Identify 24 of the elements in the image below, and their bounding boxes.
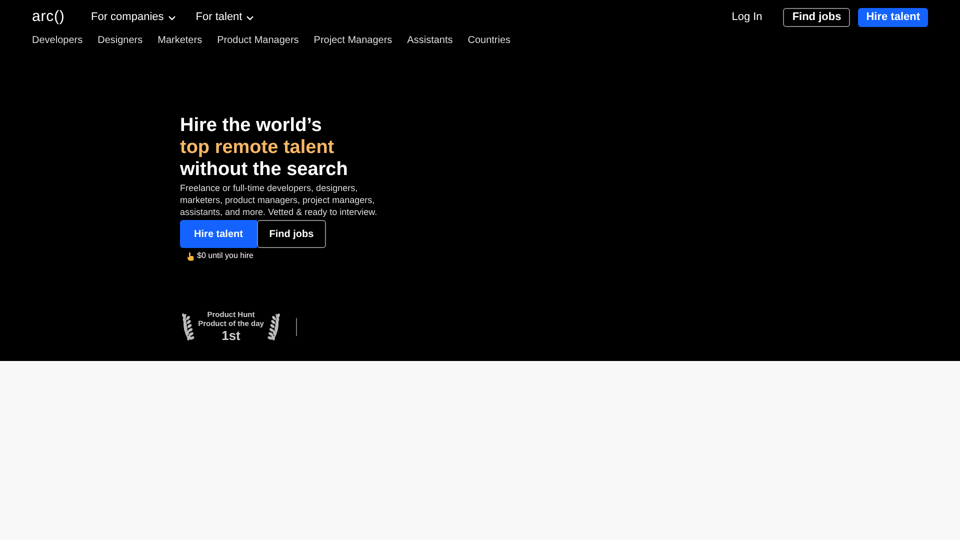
hire-talent-button[interactable]: Hire talent: [180, 220, 257, 248]
chevron-down-icon: [168, 14, 176, 20]
category-link[interactable]: Countries: [468, 33, 511, 48]
nav-menu[interactable]: For companies: [91, 9, 176, 26]
login-link[interactable]: Log In: [732, 9, 762, 26]
pointing-hand-icon: [187, 252, 194, 260]
chevron-down-icon: [246, 14, 254, 20]
category-link[interactable]: Project Managers: [314, 33, 392, 48]
nav-menu[interactable]: For talent: [196, 9, 254, 26]
headline-line: without the search: [180, 159, 349, 181]
find-jobs-button[interactable]: Find jobs: [783, 8, 850, 27]
headline-line: top remote talent: [180, 137, 336, 159]
category-link[interactable]: Product Managers: [217, 33, 299, 48]
category-link[interactable]: Marketers: [158, 33, 202, 48]
hero-description: Freelance or full-time developers, designers, marketers, product managers, project managers, assistants, and more. Vetted & ready to interview.: [180, 182, 378, 218]
category-link[interactable]: Assistants: [407, 33, 453, 48]
category-link[interactable]: Designers: [98, 33, 143, 48]
pricing-note: $0 until you hire: [197, 250, 254, 262]
headline-line: Hire the world’s: [180, 115, 323, 137]
hire-talent-button[interactable]: Hire talent: [858, 8, 928, 27]
category-link[interactable]: Developers: [32, 33, 83, 48]
award-rank: 1st: [222, 328, 240, 343]
find-jobs-button[interactable]: Find jobs: [257, 220, 326, 248]
logo[interactable]: arc(): [32, 6, 91, 29]
